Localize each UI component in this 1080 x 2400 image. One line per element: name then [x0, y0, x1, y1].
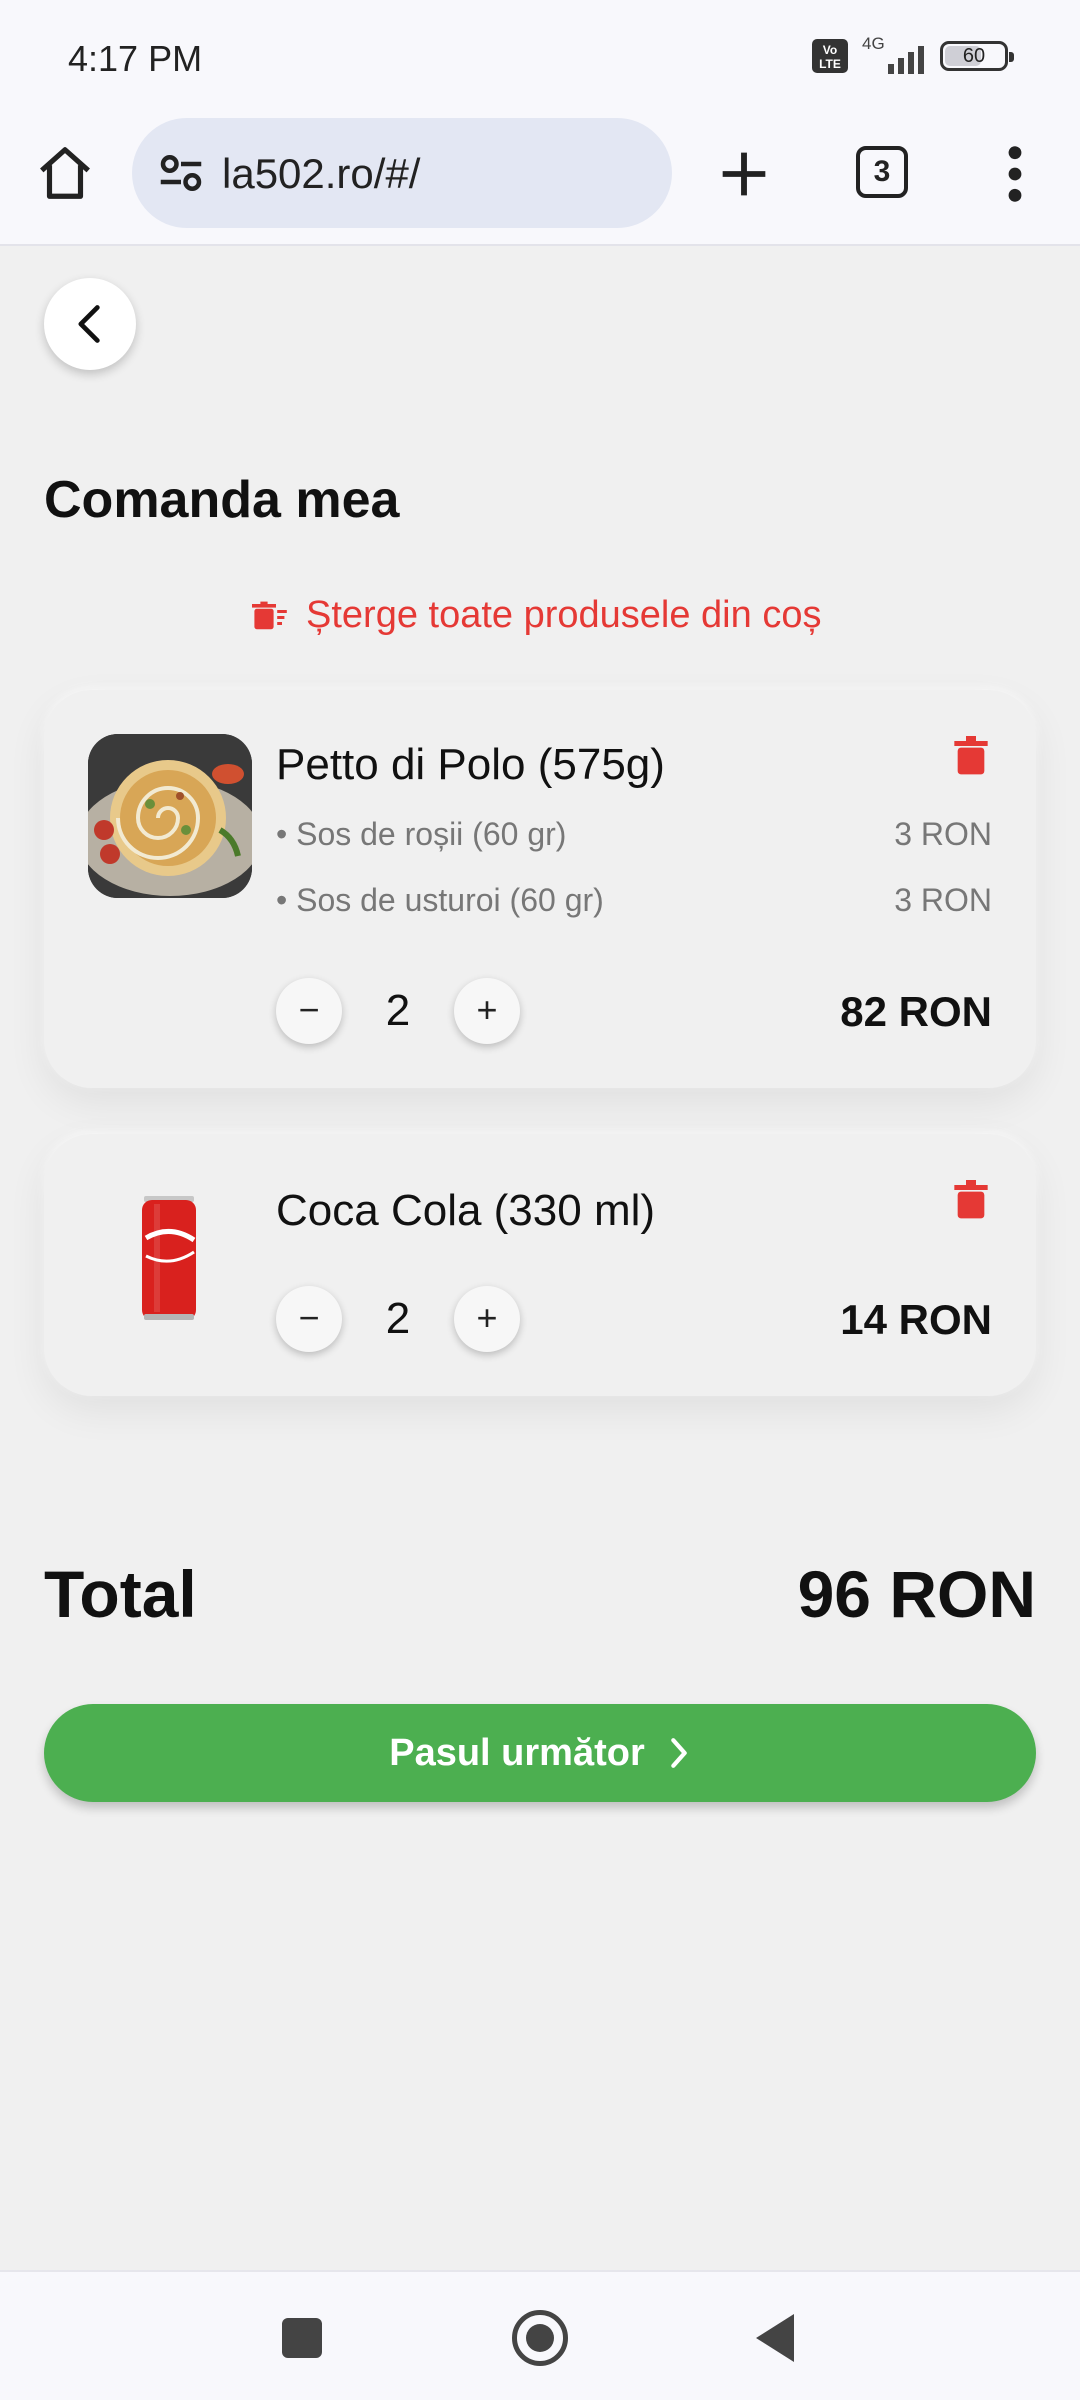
item-name: Coca Cola (330 ml) [276, 1186, 656, 1235]
browser-toolbar: la502.ro/#/ 3 [0, 118, 1080, 246]
extra-price: 3 RON [894, 816, 992, 852]
home-circle-icon[interactable] [512, 2310, 568, 2366]
clear-cart-icon [252, 601, 287, 629]
more-vert-icon[interactable] [998, 142, 1032, 206]
clear-cart-button[interactable]: Șterge toate produsele din coș [252, 594, 821, 637]
signal-icon: 4G [862, 34, 926, 74]
increase-button[interactable]: + [454, 978, 520, 1044]
next-step-label: Pasul următor [389, 1731, 645, 1774]
status-bar: 4:17 PM Vo LTE 4G 60 [0, 0, 1080, 118]
network-type: 4G [862, 34, 885, 53]
item-price: 82 RON [840, 988, 992, 1035]
volte-icon: Vo LTE [812, 39, 848, 73]
extra-label: • Sos de roșii (60 gr) [276, 816, 567, 852]
back-arrow-icon [78, 305, 100, 343]
address-bar[interactable]: la502.ro/#/ [132, 118, 672, 228]
system-nav-bar [0, 2270, 1080, 2400]
coca-cola-can-image [88, 1174, 252, 1338]
extra-price: 3 RON [894, 882, 992, 918]
chevron-right-icon [670, 1738, 687, 1768]
item-name: Petto di Polo (575g) [276, 740, 665, 789]
status-time: 4:17 PM [68, 38, 203, 79]
trash-icon[interactable] [954, 736, 988, 776]
total-label: Total [44, 1557, 197, 1631]
cart-item: Coca Cola (330 ml) − 2 + 14 RON [44, 1134, 1036, 1396]
new-tab-plus-icon[interactable] [712, 142, 776, 206]
clear-cart-label: Șterge toate produsele din coș [306, 594, 822, 636]
quantity-value: 2 [385, 986, 411, 1035]
page-title: Comanda mea [44, 471, 400, 529]
recents-icon[interactable] [282, 2318, 322, 2358]
increase-button[interactable]: + [454, 1286, 520, 1352]
quantity-stepper: − 2 + [276, 978, 520, 1044]
decrease-button[interactable]: − [276, 1286, 342, 1352]
url-text: la502.ro/#/ [222, 150, 421, 197]
battery-icon: 60 [940, 41, 1014, 71]
status-icons: Vo LTE 4G 60 [812, 34, 1014, 74]
total-value: 96 RON [797, 1557, 1036, 1631]
pizza-image [88, 734, 252, 898]
cart-item: Petto di Polo (575g) • Sos de roșii (60 … [44, 690, 1036, 1088]
extra-label: • Sos de usturoi (60 gr) [276, 882, 604, 918]
battery-level: 60 [962, 45, 986, 67]
trash-icon[interactable] [954, 1180, 988, 1220]
next-step-button[interactable]: Pasul următor [44, 1704, 1036, 1802]
back-triangle-icon[interactable] [756, 2314, 794, 2362]
tabs-icon[interactable]: 3 [856, 146, 908, 198]
tune-icon[interactable] [154, 146, 208, 200]
quantity-value: 2 [385, 1294, 411, 1343]
quantity-stepper: − 2 + [276, 1286, 520, 1352]
decrease-button[interactable]: − [276, 978, 342, 1044]
back-button[interactable] [44, 278, 136, 370]
item-price: 14 RON [840, 1296, 992, 1343]
home-icon[interactable] [34, 142, 96, 204]
